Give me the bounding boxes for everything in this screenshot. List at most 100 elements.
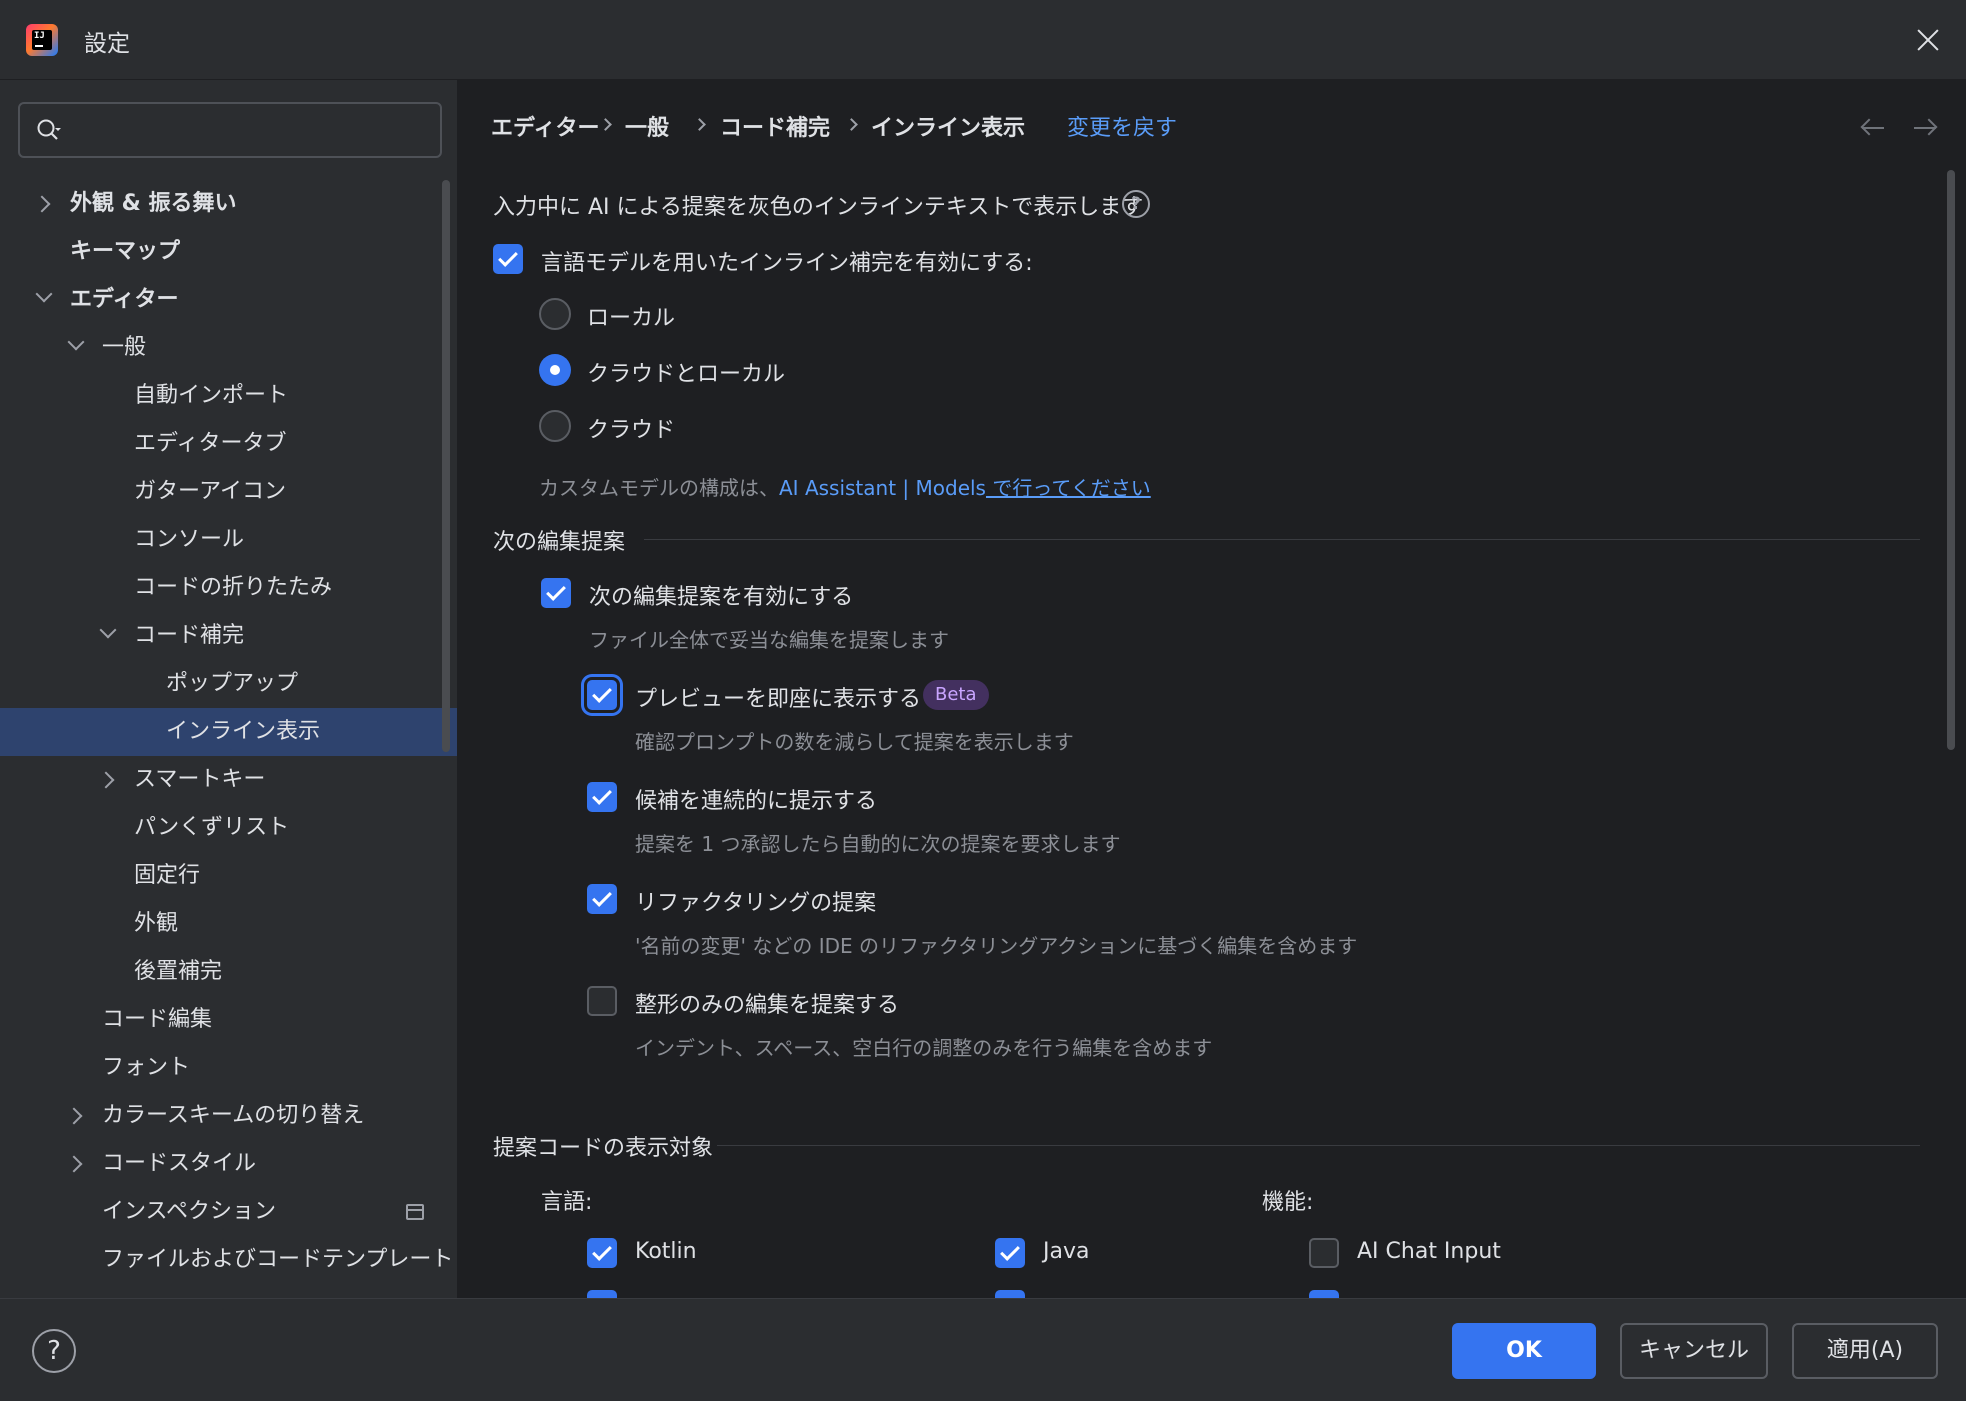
- sidebar-item-code-completion[interactable]: コード補完: [0, 612, 457, 660]
- ok-button[interactable]: OK: [1452, 1323, 1596, 1379]
- sidebar-item-inline-display[interactable]: インライン表示: [0, 708, 457, 756]
- sidebar-item-keymap[interactable]: キーマップ: [0, 228, 457, 276]
- chevron-right-icon[interactable]: [33, 195, 51, 213]
- radio-local[interactable]: [539, 298, 571, 330]
- section-divider: [717, 1145, 1920, 1146]
- sidebar-item-label: 固定行: [134, 863, 201, 888]
- radio-cloud[interactable]: [539, 410, 571, 442]
- sidebar-item-console[interactable]: コンソール: [0, 516, 457, 564]
- sidebar-item-label: コード編集: [102, 1007, 213, 1032]
- sidebar-item-editor[interactable]: エディター: [0, 276, 457, 324]
- sidebar-item-sticky-lines[interactable]: 固定行: [0, 852, 457, 900]
- breadcrumb-item-editor: エディター: [491, 116, 600, 141]
- sidebar-item-inspections[interactable]: インスペクション: [0, 1188, 457, 1236]
- format-only-checkbox[interactable]: [587, 986, 617, 1016]
- sidebar-item-code-folding[interactable]: コードの折りたたみ: [0, 564, 457, 612]
- sidebar-item-smart-keys[interactable]: スマートキー: [0, 756, 457, 804]
- chevron-down-icon[interactable]: [99, 621, 117, 639]
- settings-content: エディター 一般 コード補完 インライン表示 変更を戻す 入力中に AI による…: [459, 80, 1966, 1298]
- search-box[interactable]: [18, 102, 442, 158]
- sidebar-item-label: エディター: [70, 287, 179, 312]
- sidebar-item-color-scheme[interactable]: カラースキームの切り替え: [0, 1092, 457, 1140]
- sidebar-item-postfix-completion[interactable]: 後置補完: [0, 948, 457, 996]
- close-button[interactable]: [1908, 20, 1948, 60]
- sidebar-item-label: コードスタイル: [102, 1151, 257, 1176]
- ai-chat-input-label: AI Chat Input: [1357, 1239, 1501, 1264]
- preview-now-label: プレビューを即座に表示する: [635, 687, 922, 712]
- sidebar-scrollbar[interactable]: [442, 180, 450, 752]
- breadcrumb-separator-icon: [599, 118, 612, 131]
- breadcrumb-item-general: 一般: [625, 116, 670, 141]
- preview-now-checkbox[interactable]: [587, 680, 617, 710]
- sidebar-item-label: キーマップ: [70, 239, 181, 264]
- format-only-hint: インデント、スペース、空白行の調整のみを行う編集を含めます: [635, 1036, 1213, 1060]
- back-arrow-icon[interactable]: [1860, 118, 1886, 138]
- sidebar-item-appearance[interactable]: 外観: [0, 900, 457, 948]
- custom-model-suffix-link[interactable]: で行ってください: [986, 476, 1150, 500]
- next-row-checkbox[interactable]: [995, 1290, 1025, 1298]
- beta-badge: Beta: [923, 680, 989, 710]
- breadcrumb-item-inline-display: インライン表示: [871, 116, 1026, 141]
- java-checkbox[interactable]: [995, 1238, 1025, 1268]
- revert-changes-link[interactable]: 変更を戻す: [1067, 110, 1177, 142]
- sidebar-item-file-code-templates[interactable]: ファイルおよびコードテンプレート: [0, 1236, 457, 1284]
- window-title: 設定: [84, 31, 130, 57]
- sidebar-item-popup[interactable]: ポップアップ: [0, 660, 457, 708]
- sidebar-item-appearance-behavior[interactable]: 外観 & 振る舞い: [0, 180, 457, 228]
- breadcrumb-item-code-completion: コード補完: [720, 116, 831, 141]
- sidebar-item-label: インライン表示: [166, 719, 321, 744]
- settings-sidebar: 外観 & 振る舞い キーマップ エディター 一般 自動インポート エディタータブ…: [0, 80, 458, 1298]
- chevron-right-icon[interactable]: [65, 1107, 83, 1125]
- dialog-footer: ? OK キャンセル 適用(A): [0, 1298, 1966, 1401]
- languages-label: 言語:: [541, 1190, 593, 1215]
- ai-chat-input-checkbox[interactable]: [1309, 1238, 1339, 1268]
- format-only-label: 整形のみの編集を提案する: [635, 993, 900, 1018]
- sidebar-item-label: ポップアップ: [166, 671, 299, 696]
- content-scrollbar[interactable]: [1947, 170, 1955, 750]
- refactoring-hint: '名前の変更' などの IDE のリファクタリングアクションに基づく編集を含めま…: [635, 934, 1358, 958]
- radio-cloud-label: クラウド: [587, 418, 676, 443]
- apply-button[interactable]: 適用(A): [1792, 1323, 1938, 1379]
- preview-now-hint: 確認プロンプトの数を減らして提案を表示します: [635, 730, 1074, 754]
- next-edit-section-title: 次の編集提案: [493, 530, 626, 555]
- sidebar-item-auto-import[interactable]: 自動インポート: [0, 372, 457, 420]
- chevron-down-icon[interactable]: [67, 333, 85, 351]
- kotlin-checkbox[interactable]: [587, 1238, 617, 1268]
- help-button[interactable]: ?: [32, 1329, 76, 1373]
- radio-cloud-local[interactable]: [539, 354, 571, 386]
- help-icon[interactable]: ?: [1122, 190, 1150, 218]
- breadcrumb-separator-icon: [845, 118, 858, 131]
- continuous-label: 候補を連続的に提示する: [635, 789, 878, 814]
- sidebar-item-label: ガターアイコン: [134, 479, 287, 504]
- refactoring-checkbox[interactable]: [587, 884, 617, 914]
- enable-llm-checkbox[interactable]: [493, 244, 523, 274]
- enable-next-edit-hint: ファイル全体で妥当な編集を提案します: [589, 628, 949, 652]
- section-divider: [644, 539, 1920, 540]
- next-row-checkbox[interactable]: [1309, 1290, 1339, 1298]
- sidebar-item-label: コードの折りたたみ: [134, 575, 333, 600]
- chevron-right-icon[interactable]: [97, 771, 115, 789]
- forward-arrow-icon[interactable]: [1912, 118, 1938, 138]
- custom-model-hint: カスタムモデルの構成は、AI Assistant | Models で行ってくだ…: [539, 472, 1151, 501]
- sidebar-item-editor-tabs[interactable]: エディタータブ: [0, 420, 457, 468]
- sidebar-item-gutter-icons[interactable]: ガターアイコン: [0, 468, 457, 516]
- intro-text: 入力中に AI による提案を灰色のインラインテキストで表示します: [493, 195, 1144, 220]
- cancel-button[interactable]: キャンセル: [1620, 1323, 1768, 1379]
- sidebar-item-code-editing[interactable]: コード編集: [0, 996, 457, 1044]
- enable-next-edit-checkbox[interactable]: [541, 578, 571, 608]
- sidebar-item-general[interactable]: 一般: [0, 324, 457, 372]
- next-row-checkbox[interactable]: [587, 1290, 617, 1298]
- search-icon[interactable]: [36, 118, 62, 144]
- continuous-checkbox[interactable]: [587, 782, 617, 812]
- sidebar-item-code-style[interactable]: コードスタイル: [0, 1140, 457, 1188]
- search-input[interactable]: [76, 112, 426, 148]
- chevron-right-icon[interactable]: [65, 1155, 83, 1173]
- chevron-down-icon[interactable]: [35, 285, 53, 303]
- sidebar-item-label: 自動インポート: [134, 383, 289, 408]
- enable-next-edit-label: 次の編集提案を有効にする: [589, 585, 854, 610]
- sidebar-item-breadcrumbs[interactable]: パンくずリスト: [0, 804, 457, 852]
- sidebar-item-label: パンくずリスト: [134, 815, 290, 840]
- sidebar-item-font[interactable]: フォント: [0, 1044, 457, 1092]
- ai-assistant-models-link[interactable]: AI Assistant | Models: [779, 476, 986, 500]
- kotlin-label: Kotlin: [635, 1239, 697, 1264]
